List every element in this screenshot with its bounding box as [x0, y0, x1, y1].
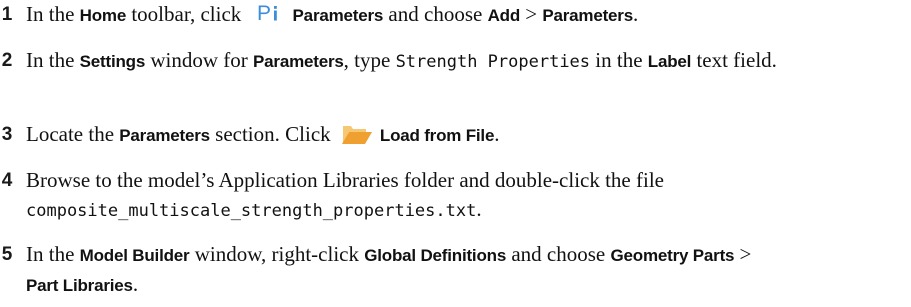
- instruction-list: 1 In the Home toolbar, click P Parameters…: [0, 0, 911, 307]
- step-text: Browse to the model’s Application Librar…: [26, 168, 664, 221]
- step-text: In the Home toolbar, click P Parameters a…: [26, 1, 639, 26]
- ui-label-label: Label: [647, 52, 692, 71]
- code-text: composite_multiscale_strength_properties…: [26, 201, 477, 221]
- step-1: 1 In the Home toolbar, click P Parameters…: [0, 0, 905, 30]
- ui-label-model-builder: Model Builder: [79, 246, 190, 265]
- step-2: 2 In the Settings window for Parameters,…: [0, 46, 905, 77]
- ui-label-global-definitions: Global Definitions: [364, 246, 507, 265]
- svg-text:P: P: [257, 2, 271, 25]
- step-5: 5 In the Model Builder window, right-cli…: [0, 240, 905, 300]
- ui-label-parameters: Parameters: [292, 6, 384, 25]
- parameters-icon: P: [253, 1, 289, 25]
- ui-label-home: Home: [79, 6, 127, 25]
- step-4: 4 Browse to the model’s Application Libr…: [0, 166, 905, 226]
- ui-label-load-from-file: Load from File: [379, 126, 495, 145]
- step-text: Locate the Parameters section. Click Loa…: [26, 122, 500, 146]
- step-text: In the Settings window for Parameters, t…: [26, 48, 777, 72]
- ui-label-part-libraries: Part Libraries: [26, 276, 133, 295]
- step-number: 1: [1, 4, 13, 25]
- ui-label-parameters: Parameters: [253, 52, 344, 71]
- step-number: 2: [1, 50, 13, 71]
- code-text: Strength Properties: [395, 52, 591, 72]
- ui-label-settings: Settings: [79, 52, 146, 71]
- step-number: 5: [1, 244, 13, 265]
- ui-label-parameters: Parameters: [542, 6, 633, 25]
- folder-open-icon: [340, 122, 374, 146]
- step-text: In the Model Builder window, right-click…: [26, 242, 752, 296]
- ui-label-parameters: Parameters: [119, 126, 210, 145]
- ui-label-geometry-parts: Geometry Parts: [610, 246, 735, 265]
- step-number: 3: [1, 124, 13, 145]
- ui-label-add: Add: [487, 6, 521, 25]
- step-number: 4: [1, 170, 13, 191]
- step-3: 3 Locate the Parameters section. Click L…: [0, 120, 905, 150]
